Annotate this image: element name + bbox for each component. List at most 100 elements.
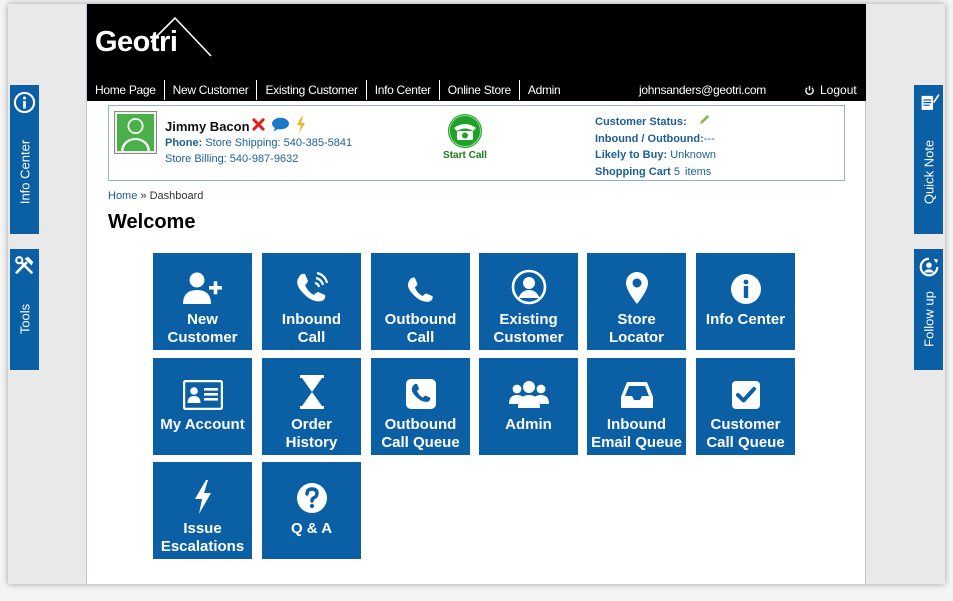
tile-customer-call-queue-line1: Customer [710, 416, 781, 433]
customer-status-label: Customer Status: [595, 116, 687, 128]
side-tab-follow-up-label: Follow up [921, 291, 936, 347]
power-icon [805, 85, 814, 95]
tile-existing-customer[interactable]: Existing Customer [479, 253, 578, 350]
side-tab-info-center[interactable]: Info Center [10, 85, 39, 234]
avatar [114, 111, 157, 154]
tile-info-center[interactable]: Info Center [696, 253, 795, 350]
tile-new-customer[interactable]: New Customer [153, 253, 252, 350]
telephone-icon [448, 114, 482, 148]
inbound-outbound-row: Inbound / Outbound:--- [595, 131, 716, 148]
tile-inbound-email-queue[interactable]: Inbound Email Queue [587, 358, 686, 455]
tile-store-locator[interactable]: Store Locator [587, 253, 686, 350]
remove-icon[interactable] [252, 118, 265, 131]
tile-issue-escalations[interactable]: Issue Escalations [153, 462, 252, 559]
hourglass-icon [299, 375, 324, 409]
logo-roof-icon [150, 16, 212, 57]
likely-to-buy-value: Unknown [670, 149, 717, 161]
tile-inbound-email-queue-line1: Inbound [606, 416, 667, 433]
tile-existing-customer-line2: Customer [493, 329, 564, 346]
user-avatar-icon [117, 114, 154, 151]
check-square-icon [731, 381, 760, 409]
follow-up-icon [919, 257, 939, 277]
tile-q-and-a[interactable]: Q & A [262, 462, 361, 559]
breadcrumb-home[interactable]: Home [108, 190, 137, 202]
tile-admin-line1: Admin [505, 416, 552, 433]
shopping-cart-count: 5 [673, 165, 680, 178]
likely-to-buy-row: Likely to Buy: Unknown [595, 147, 716, 164]
nav-admin[interactable]: Admin [520, 80, 569, 100]
tile-outbound-call-queue[interactable]: Outbound Call Queue [371, 358, 470, 455]
tile-new-customer-line2: Customer [167, 329, 238, 346]
tile-my-account[interactable]: My Account [153, 358, 252, 455]
start-call-label: Start Call [443, 150, 487, 161]
tile-customer-call-queue-line2: Call Queue [706, 434, 785, 451]
nav-info-center[interactable]: Info Center [367, 80, 440, 100]
add-user-icon [182, 272, 222, 304]
edit-icon[interactable] [698, 113, 711, 126]
page-title: Welcome [108, 211, 196, 233]
side-tab-tools[interactable]: Tools [10, 249, 39, 370]
breadcrumb: Home » Dashboard [108, 190, 203, 202]
shopping-cart-suffix: items [685, 165, 712, 178]
bolt-icon[interactable] [296, 116, 306, 133]
nav-existing-customer[interactable]: Existing Customer [257, 80, 367, 100]
chat-icon[interactable] [271, 117, 290, 132]
tile-order-history-line1: Order [291, 416, 332, 433]
shopping-cart-row[interactable]: Shopping Cart 5 items [595, 164, 716, 181]
tile-q-and-a-line1: Q & A [290, 520, 333, 537]
info-icon [13, 91, 36, 114]
ringing-phone-icon [296, 271, 328, 302]
breadcrumb-separator: » [140, 190, 147, 202]
side-tab-follow-up[interactable]: Follow up [914, 249, 943, 370]
nav-home-page[interactable]: Home Page [87, 80, 165, 100]
tile-order-history[interactable]: Order History [262, 358, 361, 455]
tile-customer-call-queue[interactable]: Customer Call Queue [696, 358, 795, 455]
phone-icon [407, 277, 433, 302]
breadcrumb-current: Dashboard [149, 190, 204, 202]
question-circle-icon [296, 483, 327, 513]
start-call-button[interactable]: Start Call [440, 113, 490, 161]
main-panel: Geotri Home Page New Customer Existing C… [86, 4, 866, 584]
shopping-cart-label: Shopping Cart [595, 165, 671, 178]
customer-status-block: Customer Status: Inbound / Outbound:--- … [595, 113, 716, 180]
tile-info-center-line1: Info Center [705, 311, 786, 328]
app-frame: Info Center Tools Quick Note Follow up G… [0, 0, 953, 601]
bolt-icon [194, 480, 211, 514]
inbox-icon [620, 382, 653, 408]
phone-square-icon [405, 379, 436, 409]
map-pin-icon [625, 272, 648, 304]
logout-label: Logout [820, 83, 857, 97]
note-icon [921, 94, 940, 110]
side-tab-quick-note-label: Quick Note [921, 139, 936, 205]
header: Geotri Home Page New Customer Existing C… [87, 4, 866, 101]
tile-issue-escalations-line2: Escalations [160, 538, 245, 555]
tile-outbound-call[interactable]: Outbound Call [371, 253, 470, 350]
customer-name[interactable]: Jimmy Bacon [165, 119, 250, 134]
customer-phone-shipping: Phone: Store Shipping: 540-385-5841 [165, 137, 352, 149]
side-tab-info-center-label: Info Center [17, 139, 32, 205]
tile-inbound-call[interactable]: Inbound Call [262, 253, 361, 350]
customer-actions [252, 116, 306, 133]
tile-issue-escalations-line1: Issue [183, 520, 222, 537]
inbound-outbound-value: --- [703, 132, 715, 145]
tile-inbound-email-queue-line2: Email Queue [591, 434, 682, 451]
side-tab-quick-note[interactable]: Quick Note [914, 85, 943, 234]
tile-admin[interactable]: Admin [479, 358, 578, 455]
inbound-outbound-label: Inbound / Outbound: [595, 132, 704, 145]
tile-new-customer-line1: New [187, 311, 218, 328]
nav-new-customer[interactable]: New Customer [165, 80, 258, 100]
tile-inbound-call-line1: Inbound [281, 311, 342, 328]
id-card-icon [182, 380, 223, 410]
tile-outbound-call-queue-line1: Outbound [384, 416, 457, 433]
tile-outbound-call-line2: Call [406, 329, 435, 346]
tile-outbound-call-queue-line2: Call Queue [381, 434, 460, 451]
user-circle-icon [511, 269, 546, 305]
nav-online-store[interactable]: Online Store [440, 80, 520, 100]
tile-order-history-line2: History [285, 434, 338, 451]
logout-button[interactable]: Logout [804, 80, 857, 100]
likely-to-buy-label: Likely to Buy: [595, 149, 668, 161]
group-icon [508, 381, 549, 408]
tile-my-account-line1: My Account [160, 416, 245, 433]
tile-existing-customer-line1: Existing [499, 311, 558, 328]
phone-shipping-value: Store Shipping: 540-385-5841 [205, 137, 353, 149]
